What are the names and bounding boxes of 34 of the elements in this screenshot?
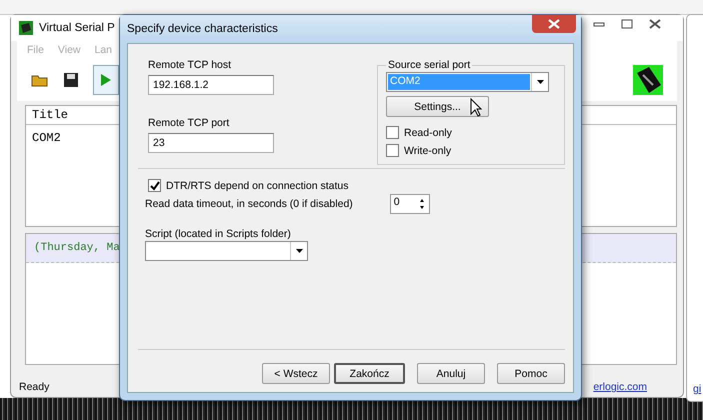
checkbox[interactable]: [148, 179, 161, 192]
timeout-spinner[interactable]: 0: [390, 194, 430, 214]
port-field[interactable]: 23: [148, 133, 274, 153]
status-text: Ready: [19, 381, 50, 393]
checkbox[interactable]: [386, 126, 399, 139]
website-link[interactable]: gi: [693, 383, 702, 395]
checkbox-label: DTR/RTS depend on connection status: [166, 180, 348, 192]
dialog-button[interactable]: Zakończ: [334, 363, 405, 384]
checkbox-label: Read-only: [404, 126, 452, 138]
group-title: Source serial port: [387, 59, 472, 71]
dialog-button[interactable]: Anuluj: [417, 363, 485, 384]
play-button[interactable]: [93, 65, 119, 95]
close-icon: [548, 19, 560, 29]
dialog-title: Specify device characteristics: [127, 23, 278, 35]
settings-button[interactable]: Settings...: [386, 96, 489, 117]
dropdown-arrow-icon: [536, 80, 544, 84]
field-label: Remote TCP host: [148, 59, 232, 71]
connector-icon: [633, 65, 663, 95]
close-button[interactable]: [532, 15, 576, 33]
host-field[interactable]: 192.168.1.2: [148, 75, 274, 95]
field-label: Read data timeout, in seconds (0 if disabled): [145, 198, 353, 210]
script-dropdown[interactable]: [145, 241, 308, 261]
dialog-button[interactable]: Pomoc: [497, 363, 565, 384]
dropdown-arrow-icon: [296, 249, 302, 253]
cursor-icon: [470, 98, 482, 117]
connector-icon: [19, 21, 33, 35]
checkbox[interactable]: [386, 144, 399, 157]
dialog-button[interactable]: < Wstecz: [262, 363, 330, 384]
checkbox-label: Write-only: [404, 144, 452, 156]
play-icon: [100, 73, 112, 87]
save-icon[interactable]: [63, 72, 79, 88]
field-label: Remote TCP port: [148, 117, 230, 129]
website-link[interactable]: erlogic.com: [593, 381, 647, 393]
window-title: Virtual Serial P: [39, 22, 115, 34]
